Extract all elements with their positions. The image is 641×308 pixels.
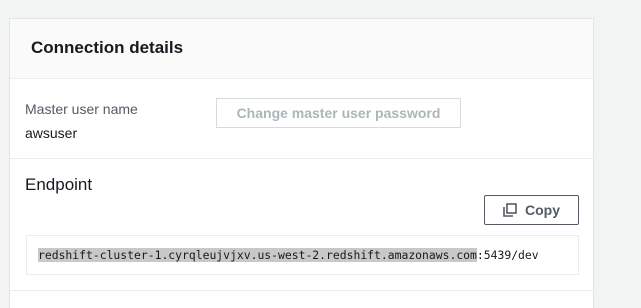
master-user-value: awsuser bbox=[25, 125, 78, 141]
endpoint-title: Endpoint bbox=[25, 175, 93, 194]
endpoint-section: Endpoint Copy redshift-cluster-1.cyrqleu… bbox=[10, 159, 593, 291]
copy-button[interactable]: Copy bbox=[484, 195, 579, 225]
endpoint-host[interactable]: redshift-cluster-1.cyrqleujvjxv.us-west-… bbox=[38, 248, 477, 262]
copy-icon bbox=[503, 203, 517, 217]
change-master-password-button[interactable]: Change master user password bbox=[216, 98, 461, 128]
master-user-label: Master user name bbox=[25, 101, 138, 117]
master-user-section: Master user name awsuser Change master u… bbox=[10, 79, 593, 159]
panel-header: Connection details bbox=[10, 19, 593, 79]
panel-title: Connection details bbox=[31, 38, 184, 57]
copy-button-label: Copy bbox=[525, 202, 560, 218]
connection-details-panel: Connection details Master user name awsu… bbox=[9, 18, 594, 308]
endpoint-value-box[interactable]: redshift-cluster-1.cyrqleujvjxv.us-west-… bbox=[26, 235, 579, 275]
endpoint-port-db[interactable]: :5439/dev bbox=[477, 248, 539, 262]
